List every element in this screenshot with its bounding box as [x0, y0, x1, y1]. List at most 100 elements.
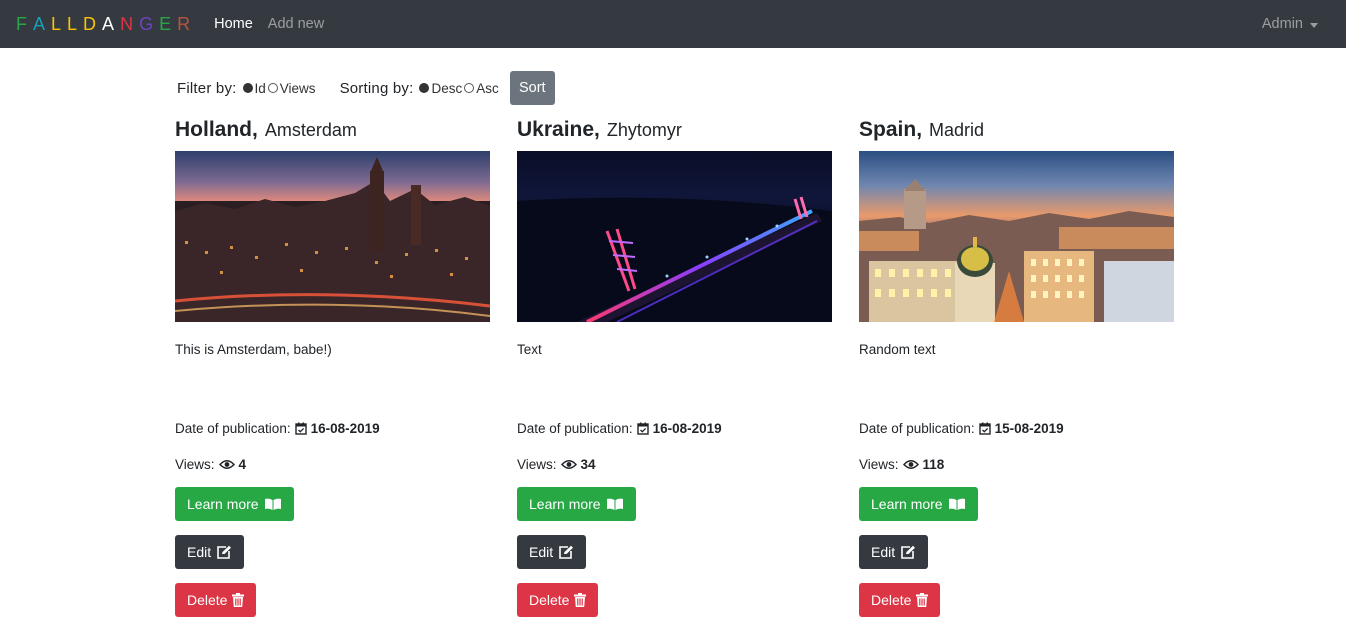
learn-more-button[interactable]: Learn more	[859, 487, 978, 521]
views-value: 4	[238, 456, 247, 472]
eye-icon	[902, 459, 919, 469]
nav-home-link[interactable]: Home	[214, 16, 253, 32]
brand-letter: G	[139, 13, 160, 34]
views-label: Views:	[517, 456, 557, 472]
brand-letter: A	[33, 13, 52, 34]
sort-radio-group: Desc Asc	[419, 81, 500, 96]
eye-icon	[218, 459, 235, 469]
date-value: 16-08-2019	[310, 420, 380, 436]
admin-label: Admin	[1261, 16, 1303, 32]
edit-icon	[217, 545, 232, 559]
edit-icon	[901, 545, 916, 559]
radio-label: Desc	[431, 80, 463, 96]
place-card: Holland, Amsterdam This is Amsterdam, ba…	[175, 118, 491, 617]
trash-icon	[916, 593, 929, 607]
delete-label: Delete	[529, 592, 570, 608]
delete-button[interactable]: Delete	[175, 583, 257, 617]
card-city: Zhytomyr	[606, 120, 682, 140]
calendar-check-icon	[978, 422, 991, 435]
card-country: Spain	[859, 118, 917, 141]
radio-label: Asc	[476, 80, 499, 96]
card-title: Holland, Amsterdam	[175, 118, 357, 141]
admin-dropdown[interactable]: Admin	[1262, 0, 1318, 48]
brand-logo[interactable]: F A L L D A N G E R	[16, 14, 196, 35]
card-country: Holland	[175, 118, 252, 141]
sort-radio-asc[interactable]: Asc	[464, 81, 499, 96]
learn-more-label: Learn more	[871, 496, 943, 512]
card-views: Views: 118	[859, 454, 1175, 474]
brand-letter: N	[120, 13, 140, 34]
calendar-check-icon	[636, 422, 649, 435]
card-views: Views: 34	[517, 454, 833, 474]
card-title: Ukraine, Zhytomyr	[517, 118, 682, 141]
brand-letter: R	[177, 13, 197, 34]
date-value: 16-08-2019	[652, 420, 722, 436]
card-description: Random text	[859, 342, 936, 357]
date-label: Date of publication:	[517, 420, 633, 436]
edit-icon	[559, 545, 574, 559]
card-image	[517, 151, 832, 322]
nav-add-new-link[interactable]: Add new	[268, 16, 324, 32]
card-image	[175, 151, 490, 322]
caret-down-icon	[1310, 22, 1318, 28]
brand-letter: E	[159, 13, 178, 34]
brand-letter: D	[83, 13, 103, 34]
edit-button[interactable]: Edit	[517, 535, 587, 569]
calendar-check-icon	[294, 422, 307, 435]
sort-label: Sorting by:	[339, 79, 414, 97]
sort-radio-desc[interactable]: Desc	[419, 81, 462, 96]
learn-more-label: Learn more	[529, 496, 601, 512]
radio-unchecked-icon	[267, 83, 278, 93]
trash-icon	[232, 593, 245, 607]
edit-label: Edit	[529, 544, 554, 560]
card-city: Madrid	[929, 120, 985, 140]
delete-button[interactable]: Delete	[859, 583, 941, 617]
learn-more-label: Learn more	[187, 496, 259, 512]
date-value: 15-08-2019	[994, 420, 1064, 436]
book-open-icon	[264, 498, 281, 510]
card-country: Ukraine	[517, 118, 595, 141]
card-date: Date of publication: 15-08-2019	[859, 418, 1175, 438]
card-date: Date of publication: 16-08-2019	[517, 418, 833, 438]
book-open-icon	[948, 498, 965, 510]
edit-label: Edit	[871, 544, 896, 560]
radio-label: Views	[279, 80, 316, 96]
views-label: Views:	[859, 456, 899, 472]
brand-letter: F	[16, 13, 33, 34]
book-open-icon	[606, 498, 623, 510]
filter-radio-id[interactable]: Id	[242, 80, 266, 96]
trash-icon	[574, 593, 587, 607]
card-description: This is Amsterdam, babe!)	[175, 342, 332, 357]
card-description: Text	[517, 342, 542, 357]
edit-button[interactable]: Edit	[859, 535, 929, 569]
sort-button[interactable]: Sort	[509, 71, 555, 105]
eye-icon	[560, 459, 577, 469]
delete-label: Delete	[871, 592, 912, 608]
radio-checked-icon	[419, 83, 430, 93]
delete-button[interactable]: Delete	[517, 583, 599, 617]
date-label: Date of publication:	[859, 420, 975, 436]
card-views: Views: 4	[175, 454, 491, 474]
navbar: F A L L D A N G E R Home Add new Admin	[0, 0, 1346, 48]
filter-radio-group: Id Views	[242, 80, 318, 96]
card-date: Date of publication: 16-08-2019	[175, 418, 491, 438]
filter-sort-controls: Filter by: Id Views Sorting by: Desc Asc…	[177, 71, 555, 105]
views-label: Views:	[175, 456, 215, 472]
radio-checked-icon	[242, 83, 253, 93]
edit-button[interactable]: Edit	[175, 535, 245, 569]
edit-label: Edit	[187, 544, 212, 560]
place-card: Spain, Madrid Random text Date of public…	[859, 118, 1175, 617]
date-label: Date of publication:	[175, 420, 291, 436]
brand-letter: L	[51, 13, 68, 34]
card-title: Spain, Madrid	[859, 118, 985, 141]
brand-letter: L	[67, 13, 84, 34]
card-city: Amsterdam	[264, 120, 357, 140]
learn-more-button[interactable]: Learn more	[517, 487, 636, 521]
place-card: Ukraine, Zhytomyr Text Date of publicati…	[517, 118, 833, 617]
radio-label: Id	[254, 80, 266, 96]
filter-label: Filter by:	[177, 79, 237, 97]
brand-letter: A	[102, 13, 121, 34]
learn-more-button[interactable]: Learn more	[175, 487, 294, 521]
delete-label: Delete	[187, 592, 228, 608]
filter-radio-views[interactable]: Views	[267, 80, 316, 96]
